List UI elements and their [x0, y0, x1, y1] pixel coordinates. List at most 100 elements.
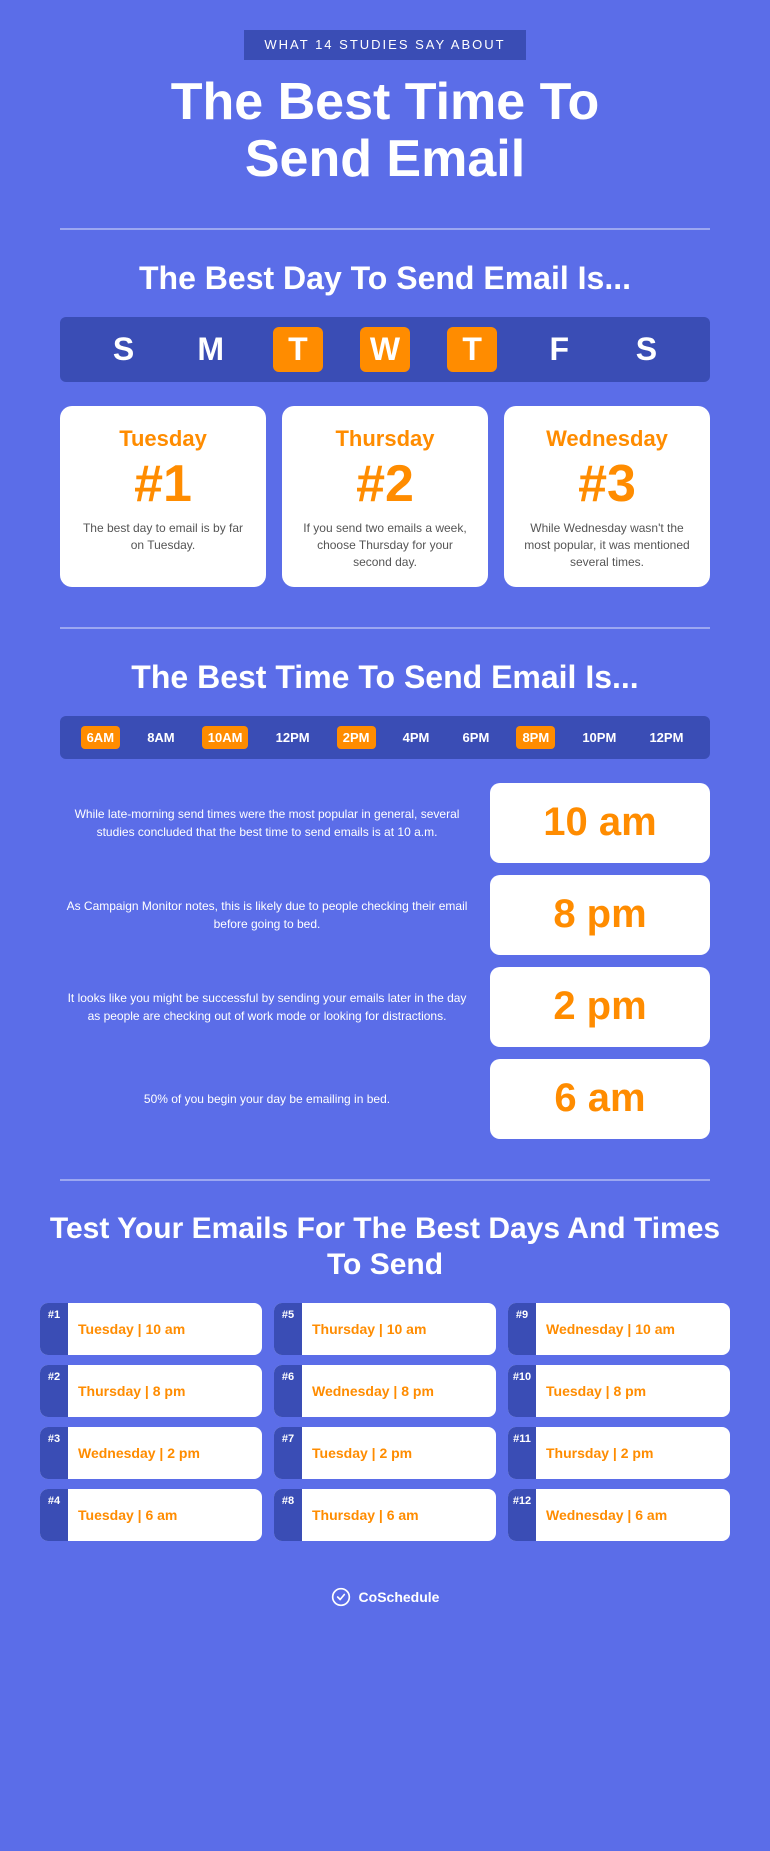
day-card-3-name: Wednesday	[520, 426, 694, 452]
test-item-8-num: #8	[274, 1489, 302, 1541]
day-M: M	[186, 331, 236, 368]
day-card-2: Thursday #2 If you send two emails a wee…	[282, 406, 488, 586]
time-row-3-desc: It looks like you might be successful by…	[60, 989, 474, 1025]
test-item-7: #7 Tuesday | 2 pm	[274, 1427, 496, 1479]
time-row-1-desc: While late-morning send times were the m…	[60, 805, 474, 841]
day-card-1-desc: The best day to email is by far on Tuesd…	[76, 520, 250, 554]
time-row-2-value: 8 pm	[553, 892, 646, 937]
best-time-section: The Best Time To Send Email Is... 6AM 8A…	[0, 649, 770, 1159]
subtitle-box: WHAT 14 STUDIES SAY ABOUT	[244, 30, 525, 60]
test-item-1-text: Tuesday | 10 am	[68, 1320, 195, 1338]
test-col-1: #1 Tuesday | 10 am #2 Thursday | 8 pm #3…	[40, 1303, 262, 1541]
time-12pm-1: 12PM	[270, 726, 316, 749]
test-item-1: #1 Tuesday | 10 am	[40, 1303, 262, 1355]
time-row-1: While late-morning send times were the m…	[60, 783, 710, 863]
day-card-2-rank: #2	[298, 458, 472, 510]
time-row-1-box: 10 am	[490, 783, 710, 863]
time-bar: 6AM 8AM 10AM 12PM 2PM 4PM 6PM 8PM 10PM 1…	[60, 716, 710, 759]
test-item-1-num: #1	[40, 1303, 68, 1355]
header-title: The Best Time ToSend Email	[60, 74, 710, 188]
test-item-8: #8 Thursday | 6 am	[274, 1489, 496, 1541]
test-title: Test Your Emails For The Best Days And T…	[40, 1211, 730, 1283]
day-S2: S	[621, 331, 671, 368]
best-day-title: The Best Day To Send Email Is...	[60, 260, 710, 297]
time-rows: While late-morning send times were the m…	[60, 783, 710, 1139]
day-T2: T	[447, 327, 497, 372]
test-item-6-num: #6	[274, 1365, 302, 1417]
divider-1	[60, 228, 710, 230]
test-item-7-text: Tuesday | 2 pm	[302, 1444, 422, 1462]
day-card-2-name: Thursday	[298, 426, 472, 452]
time-2pm: 2PM	[337, 726, 376, 749]
test-item-6-text: Wednesday | 8 pm	[302, 1382, 444, 1400]
day-card-1-name: Tuesday	[76, 426, 250, 452]
footer: CoSchedule	[0, 1571, 770, 1623]
test-item-6: #6 Wednesday | 8 pm	[274, 1365, 496, 1417]
footer-logo: CoSchedule	[359, 1589, 440, 1605]
divider-2	[60, 627, 710, 629]
day-cards: Tuesday #1 The best day to email is by f…	[60, 406, 710, 586]
time-6am: 6AM	[81, 726, 120, 749]
time-row-4-desc: 50% of you begin your day be emailing in…	[60, 1090, 474, 1108]
time-8pm: 8PM	[516, 726, 555, 749]
time-row-4-value: 6 am	[554, 1076, 645, 1121]
day-card-1: Tuesday #1 The best day to email is by f…	[60, 406, 266, 586]
test-item-12-text: Wednesday | 6 am	[536, 1506, 677, 1524]
day-T1: T	[273, 327, 323, 372]
time-12pm-2: 12PM	[643, 726, 689, 749]
day-card-3-desc: While Wednesday wasn't the most popular,…	[520, 520, 694, 570]
time-8am: 8AM	[141, 726, 180, 749]
test-item-3-text: Wednesday | 2 pm	[68, 1444, 210, 1462]
test-item-9-text: Wednesday | 10 am	[536, 1320, 685, 1338]
test-item-4-text: Tuesday | 6 am	[68, 1506, 187, 1524]
time-row-3-box: 2 pm	[490, 967, 710, 1047]
test-item-2-num: #2	[40, 1365, 68, 1417]
test-grid: #1 Tuesday | 10 am #2 Thursday | 8 pm #3…	[40, 1303, 730, 1541]
header-subtitle: WHAT 14 STUDIES SAY ABOUT	[264, 37, 505, 52]
time-row-4: 50% of you begin your day be emailing in…	[60, 1059, 710, 1139]
test-item-12-num: #12	[508, 1489, 536, 1541]
divider-3	[60, 1179, 710, 1181]
time-row-2-box: 8 pm	[490, 875, 710, 955]
test-item-4: #4 Tuesday | 6 am	[40, 1489, 262, 1541]
test-item-2: #2 Thursday | 8 pm	[40, 1365, 262, 1417]
test-section: Test Your Emails For The Best Days And T…	[0, 1201, 770, 1571]
test-item-11-text: Thursday | 2 pm	[536, 1444, 663, 1462]
test-item-11: #11 Thursday | 2 pm	[508, 1427, 730, 1479]
test-item-10: #10 Tuesday | 8 pm	[508, 1365, 730, 1417]
test-col-3: #9 Wednesday | 10 am #10 Tuesday | 8 pm …	[508, 1303, 730, 1541]
day-F: F	[534, 331, 584, 368]
best-day-section: The Best Day To Send Email Is... S M T W…	[0, 250, 770, 606]
time-4pm: 4PM	[397, 726, 436, 749]
test-item-4-num: #4	[40, 1489, 68, 1541]
test-item-5: #5 Thursday | 10 am	[274, 1303, 496, 1355]
time-6pm: 6PM	[457, 726, 496, 749]
test-col-2: #5 Thursday | 10 am #6 Wednesday | 8 pm …	[274, 1303, 496, 1541]
time-row-3: It looks like you might be successful by…	[60, 967, 710, 1047]
test-item-3: #3 Wednesday | 2 pm	[40, 1427, 262, 1479]
test-item-5-num: #5	[274, 1303, 302, 1355]
header: WHAT 14 STUDIES SAY ABOUT The Best Time …	[0, 0, 770, 208]
test-item-10-text: Tuesday | 8 pm	[536, 1382, 656, 1400]
day-card-1-rank: #1	[76, 458, 250, 510]
test-item-2-text: Thursday | 8 pm	[68, 1382, 195, 1400]
time-row-2: As Campaign Monitor notes, this is likel…	[60, 875, 710, 955]
day-bar: S M T W T F S	[60, 317, 710, 382]
time-10am: 10AM	[202, 726, 249, 749]
day-card-2-desc: If you send two emails a week, choose Th…	[298, 520, 472, 570]
day-card-3-rank: #3	[520, 458, 694, 510]
time-row-2-desc: As Campaign Monitor notes, this is likel…	[60, 897, 474, 933]
time-10pm: 10PM	[576, 726, 622, 749]
test-item-9: #9 Wednesday | 10 am	[508, 1303, 730, 1355]
test-item-3-num: #3	[40, 1427, 68, 1479]
test-item-8-text: Thursday | 6 am	[302, 1506, 429, 1524]
time-row-3-value: 2 pm	[553, 984, 646, 1029]
test-item-11-num: #11	[508, 1427, 536, 1479]
day-S1: S	[99, 331, 149, 368]
test-item-12: #12 Wednesday | 6 am	[508, 1489, 730, 1541]
time-row-1-value: 10 am	[543, 800, 656, 845]
best-time-title: The Best Time To Send Email Is...	[60, 659, 710, 696]
day-W: W	[360, 327, 410, 372]
test-item-7-num: #7	[274, 1427, 302, 1479]
test-item-9-num: #9	[508, 1303, 536, 1355]
